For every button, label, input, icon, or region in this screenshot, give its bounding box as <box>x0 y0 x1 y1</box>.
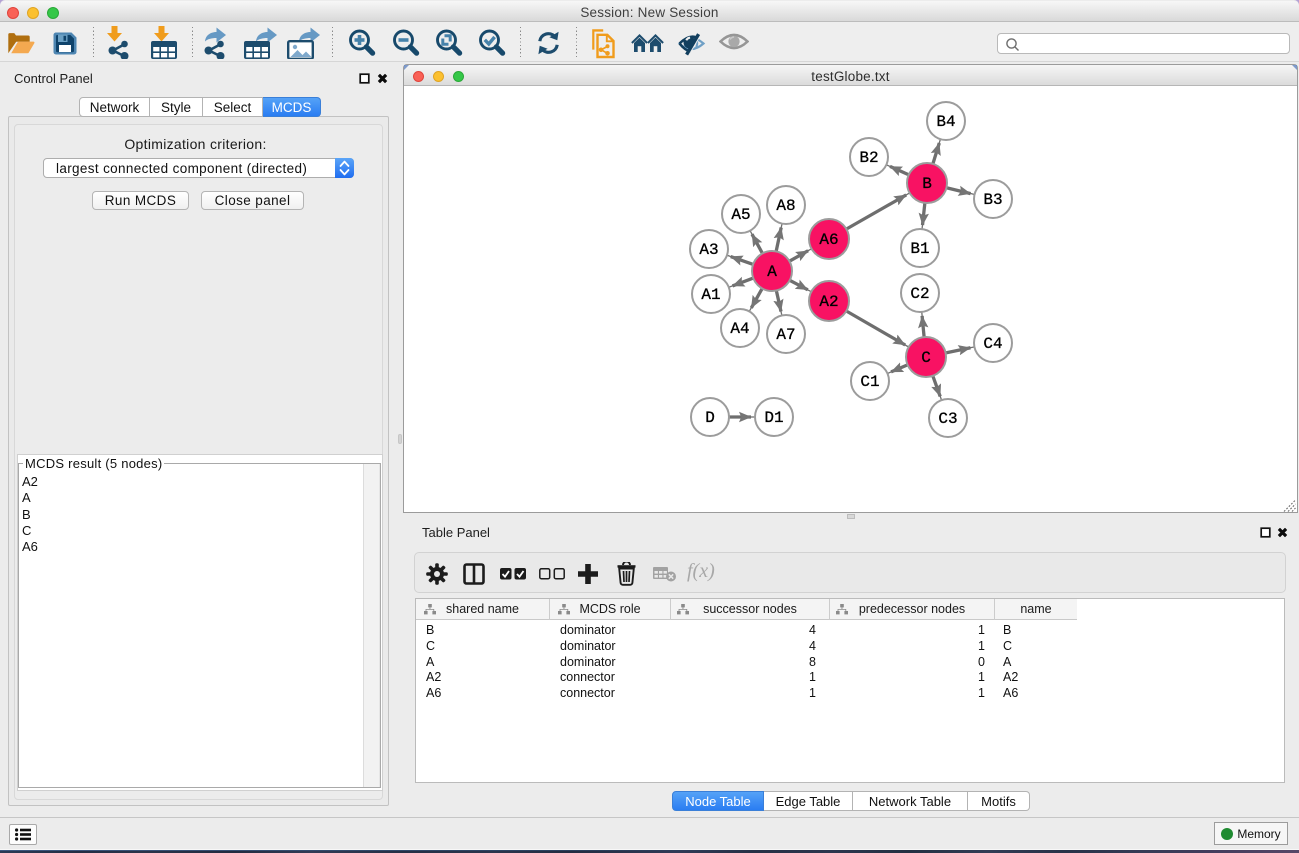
svg-text:D1: D1 <box>764 409 783 427</box>
svg-text:B2: B2 <box>859 149 878 167</box>
svg-text:C: C <box>921 349 931 367</box>
svg-text:A7: A7 <box>776 326 795 344</box>
svg-text:C1: C1 <box>860 373 879 391</box>
svg-text:A2: A2 <box>819 293 838 311</box>
svg-text:A6: A6 <box>819 231 838 249</box>
svg-text:A3: A3 <box>699 241 718 259</box>
svg-text:C3: C3 <box>938 410 957 428</box>
svg-text:D: D <box>705 409 715 427</box>
svg-text:B3: B3 <box>983 191 1002 209</box>
svg-text:B4: B4 <box>936 113 955 131</box>
svg-text:A8: A8 <box>776 197 795 215</box>
svg-text:B: B <box>922 175 932 193</box>
svg-text:C2: C2 <box>910 285 929 303</box>
svg-text:C4: C4 <box>983 335 1002 353</box>
svg-text:A4: A4 <box>730 320 749 338</box>
svg-text:A: A <box>767 263 777 281</box>
svg-text:B1: B1 <box>910 240 929 258</box>
svg-text:A5: A5 <box>731 206 750 224</box>
svg-text:A1: A1 <box>701 286 720 304</box>
